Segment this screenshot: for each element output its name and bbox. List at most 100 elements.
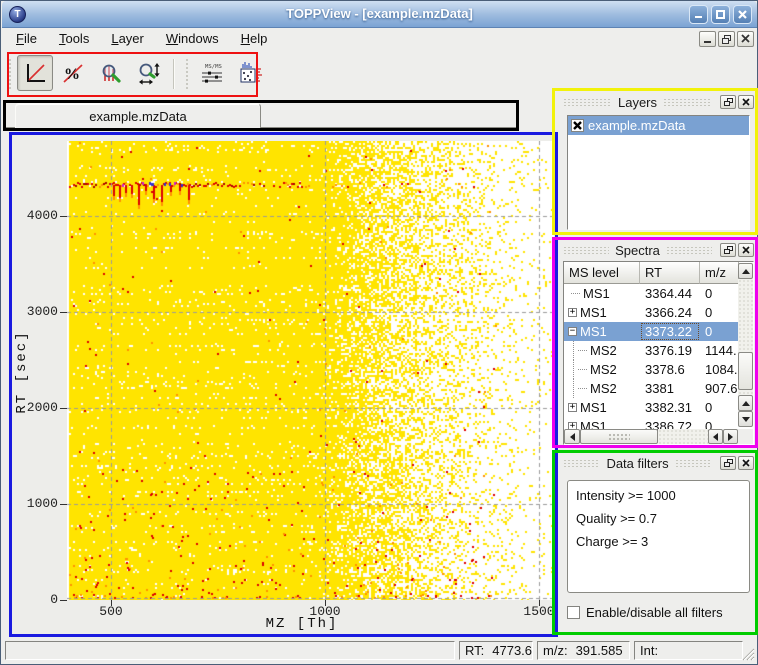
enable-filters-checkbox[interactable] [567,606,580,619]
scroll-left-icon[interactable] [564,429,580,444]
pan-zoom-button[interactable] [131,55,167,91]
spectra-row-ms1-3382.31[interactable]: +MS13382.310 [564,398,739,417]
mdi-close-icon[interactable] [737,31,754,47]
menu-tools[interactable]: Tools [55,29,93,48]
toolbar: % MS/MS [2,50,757,98]
x-tick-mark [111,600,112,606]
minimize-icon[interactable] [689,5,708,24]
rt-value: 3378.6 [640,360,700,379]
tree-branch-line [571,293,580,294]
rt-value: 3364.44 [640,284,700,303]
layer-row-example-mzdata[interactable]: example.mzData [568,116,749,135]
mz-value: 907.6 [700,379,739,398]
spectra-row-ms1-3373.22[interactable]: −MS13373.220 [564,322,739,341]
column-header-ms-level[interactable]: MS level [564,262,640,284]
status-bar: RT: 4773.6 m/z: 391.585 Int: [2,638,757,664]
tree-branch-line [578,388,587,389]
y-tick-label: 4000 [16,208,58,223]
status-mz-panel: m/z: 391.585 [537,641,630,660]
close-panel-icon[interactable] [738,95,754,109]
tree-branch-line [568,341,574,360]
spectra-panel-title: Spectra [557,241,754,259]
title-bar[interactable]: T TOPPView - [example.mzData] [2,1,757,28]
mz-value: 1084. [700,360,739,379]
pan-zoom-icon [137,61,161,85]
dock-texture [663,98,712,107]
int-label: Int: [640,643,658,658]
layer-visibility-checkbox[interactable] [571,119,584,132]
tree-collapse-icon[interactable]: − [568,327,577,336]
column-header-m-z[interactable]: m/z [700,262,739,284]
h-scrollbar-thumb[interactable] [580,429,658,444]
rt-value: 3382.31 [640,398,700,417]
menu-windows[interactable]: Windows [162,29,223,48]
close-panel-icon[interactable] [738,243,754,257]
filter-item[interactable]: Charge >= 3 [576,534,749,549]
plot-canvas[interactable] [67,141,554,600]
layers-title-label: Layers [618,95,657,110]
menu-file[interactable]: File [12,29,41,48]
status-int-panel: Int: [634,641,743,660]
close-panel-icon[interactable] [738,456,754,470]
menu-help[interactable]: Help [237,29,272,48]
linear-intensity-button[interactable] [17,55,53,91]
zoom-button[interactable] [93,55,129,91]
mz-value: 0 [700,284,739,303]
data-filters-list[interactable]: Intensity >= 1000 Quality >= 0.7 Charge >=… [567,480,750,593]
toolbar-grip[interactable] [8,58,12,90]
maximize-icon[interactable] [711,5,730,24]
scroll-right-icon[interactable] [723,429,738,444]
rt-value: 3366.24 [640,303,700,322]
menu-items: File Tools Layer Windows Help [2,31,271,46]
close-icon[interactable] [733,5,752,24]
mdi-restore-icon[interactable] [718,31,735,47]
y-tick-label: 1000 [16,496,58,511]
percentage-intensity-button[interactable]: % [55,55,91,91]
x-tick-mark [325,600,326,606]
filter-item[interactable]: Intensity >= 1000 [576,488,749,503]
float-panel-icon[interactable] [720,243,736,257]
enable-filters-row: Enable/disable all filters [567,605,723,620]
mz-value: 0 [700,322,739,341]
mz-value: 0 [700,303,739,322]
filter-item[interactable]: Quality >= 0.7 [576,511,749,526]
menu-layer[interactable]: Layer [107,29,148,48]
projections-icon [238,61,262,85]
rt-value: 3376.19 [640,341,700,360]
spectra-title-label: Spectra [615,243,660,258]
scroll-up-icon[interactable] [738,263,753,279]
msms-precursor-button[interactable]: MS/MS [194,55,230,91]
scroll-up-icon[interactable] [738,395,753,411]
y-tick-mark [60,408,67,409]
ms-level-value: MS1 [580,400,607,415]
float-panel-icon[interactable] [720,95,736,109]
spectra-row-ms1-3364.44[interactable]: MS13364.440 [564,284,739,303]
scroll-left-icon[interactable] [708,429,723,444]
x-tick-label: 1500 [517,604,555,619]
x-tick-label: 500 [89,604,133,619]
toolbar-grip[interactable] [185,58,189,90]
ms-level-value: MS2 [590,381,617,396]
svg-text:MS/MS: MS/MS [205,64,222,70]
tab-example-mzdata[interactable]: example.mzData [15,103,261,128]
layers-list: example.mzData [567,115,750,230]
h-scrollbar-track[interactable] [658,429,708,444]
spectra-row-ms2-3381[interactable]: MS23381907.6 [564,379,739,398]
percentage-intensity-icon: % [61,61,85,85]
tree-expand-icon[interactable]: + [568,308,577,317]
spectra-row-ms1-3366.24[interactable]: +MS1 3366.240 [564,303,739,322]
y-tick-mark [60,312,67,313]
spectra-row-ms2-3378.6[interactable]: MS23378.61084. [564,360,739,379]
status-rt-panel: RT: 4773.6 [459,641,533,660]
v-scrollbar-thumb[interactable] [738,352,753,390]
mdi-minimize-icon[interactable] [699,31,716,47]
projections-button[interactable] [232,55,268,91]
float-panel-icon[interactable] [720,456,736,470]
column-header-rt[interactable]: RT [640,262,700,284]
scroll-down-icon[interactable] [738,411,753,427]
ms-level-value: MS1 [580,305,607,320]
dock-texture [675,459,712,468]
spectra-row-ms2-3376.19[interactable]: MS23376.191144. [564,341,739,360]
tree-expand-icon[interactable]: + [568,403,577,412]
resize-grip[interactable] [742,648,755,661]
